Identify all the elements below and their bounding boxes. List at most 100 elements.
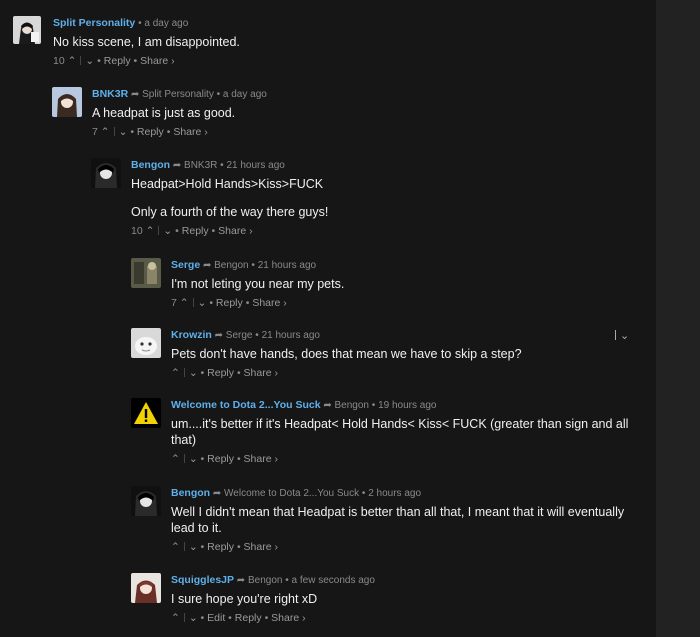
author-name[interactable]: Split Personality [53, 17, 135, 29]
timestamp[interactable]: 21 hours ago [262, 330, 320, 341]
chevron-down-icon[interactable]: ⌄ [119, 125, 128, 139]
avatar[interactable] [131, 398, 161, 428]
avatar[interactable] [131, 573, 161, 603]
parent-author[interactable]: BNK3R [184, 160, 217, 171]
chevron-up-icon[interactable]: ⌃ [146, 224, 155, 238]
parent-author[interactable]: Bengon [335, 400, 369, 411]
chevron-up-icon[interactable]: ⌃ [171, 452, 180, 466]
chevron-up-icon[interactable]: ⌃ [171, 611, 180, 625]
divider [183, 613, 185, 622]
author-name[interactable]: SquigglesJP [171, 574, 234, 586]
comment-header: BNK3R ➦ Split Personality • a day ago [92, 88, 267, 100]
comment-menu-chevron-icon[interactable]: ⌄ [615, 329, 629, 342]
comment-krowzin: Krowzin ➦ Serge • 21 hours ago Pets don'… [131, 328, 641, 384]
share-button[interactable]: Share › [244, 452, 278, 466]
share-button[interactable]: Share › [140, 54, 174, 68]
comment-text: Only a fourth of the way there guys! [131, 205, 329, 219]
author-name[interactable]: Bengon [171, 487, 210, 499]
author-name[interactable]: BNK3R [92, 88, 128, 100]
share-button[interactable]: Share › [271, 611, 305, 625]
reply-arrow-icon: ➦ [323, 400, 332, 411]
parent-author[interactable]: Bengon [214, 260, 248, 271]
divider [183, 454, 185, 463]
chevron-up-icon[interactable]: ⌃ [171, 366, 180, 380]
chevron-down-icon[interactable]: ⌄ [198, 296, 207, 310]
parent-author[interactable]: Split Personality [142, 89, 214, 100]
chevron-up-icon[interactable]: ⌃ [101, 125, 110, 139]
avatar[interactable] [131, 258, 161, 288]
chevron-up-icon[interactable]: ⌃ [180, 296, 189, 310]
reply-button[interactable]: Reply [216, 296, 243, 310]
chevron-down-icon[interactable]: ⌄ [189, 366, 198, 380]
reply-arrow-icon: ➦ [236, 575, 246, 586]
timestamp[interactable]: 2 hours ago [368, 488, 421, 499]
reply-arrow-icon: ➦ [214, 330, 224, 341]
vote-count: 10 [53, 55, 65, 67]
author-name[interactable]: Welcome to Dota 2...You Suck [171, 399, 321, 411]
comment-welcome-to-dota: Welcome to Dota 2...You Suck ➦ Bengon • … [131, 398, 641, 474]
parent-author[interactable]: Serge [226, 330, 253, 341]
divider [183, 542, 185, 551]
comment-text: I sure hope you're right xD [171, 592, 318, 606]
reply-arrow-icon: ➦ [202, 260, 212, 271]
chevron-up-icon[interactable]: ⌃ [171, 540, 180, 554]
comment-text: A headpat is just as good. [92, 106, 236, 120]
parent-author[interactable]: Bengon [248, 575, 282, 586]
reply-button[interactable]: Reply [182, 224, 209, 238]
timestamp[interactable]: a day ago [144, 18, 188, 29]
comment-body: Headpat>Hold Hands>Kiss>FUCK Only a four… [131, 176, 651, 220]
share-button[interactable]: Share › [252, 296, 286, 310]
comment-body: I sure hope you're right xD [171, 591, 641, 607]
chevron-down-icon[interactable]: ⌄ [189, 611, 198, 625]
comment-text: um....it's better if it's Headpat< Hold … [171, 417, 629, 447]
comment-actions: 10 ⌃ ⌄ • Reply • Share › [131, 224, 253, 238]
avatar[interactable] [52, 87, 82, 117]
comment-text: Well I didn't mean that Headpat is bette… [171, 505, 625, 535]
reply-button[interactable]: Reply [207, 540, 234, 554]
timestamp[interactable]: 21 hours ago [226, 160, 284, 171]
share-button[interactable]: Share › [244, 366, 278, 380]
comment-serge: Serge ➦ Bengon • 21 hours ago I'm not le… [131, 258, 641, 314]
avatar[interactable] [13, 16, 41, 44]
author-name[interactable]: Serge [171, 259, 200, 271]
reply-button[interactable]: Reply [207, 366, 234, 380]
chevron-down-icon[interactable]: ⌄ [85, 54, 94, 68]
timestamp[interactable]: 21 hours ago [258, 260, 316, 271]
avatar[interactable] [131, 486, 161, 516]
chevron-down-icon[interactable]: ⌄ [189, 452, 198, 466]
author-name[interactable]: Bengon [131, 159, 170, 171]
parent-author[interactable]: Welcome to Dota 2...You Suck [224, 488, 359, 499]
comment-body: I'm not leting you near my pets. [171, 276, 641, 292]
comment-body: A headpat is just as good. [92, 105, 612, 121]
comment-bengon-reply: Bengon ➦ Welcome to Dota 2...You Suck • … [131, 486, 641, 562]
share-button[interactable]: Share › [218, 224, 252, 238]
comment-header: Welcome to Dota 2...You Suck ➦ Bengon • … [171, 399, 437, 411]
reply-button[interactable]: Reply [104, 54, 131, 68]
comment-body: No kiss scene, I am disappointed. [53, 34, 613, 50]
divider [183, 368, 185, 377]
edit-button[interactable]: Edit [207, 611, 225, 625]
comment-squigglesjp: SquigglesJP ➦ Bengon • a few seconds ago… [131, 573, 641, 629]
reply-button[interactable]: Reply [207, 452, 234, 466]
reply-button[interactable]: Reply [137, 125, 164, 139]
share-button[interactable]: Share › [244, 540, 278, 554]
comment-header: Bengon ➦ Welcome to Dota 2...You Suck • … [171, 487, 422, 499]
share-button[interactable]: Share › [173, 125, 207, 139]
comment-text: Headpat>Hold Hands>Kiss>FUCK [131, 177, 324, 191]
comment-body: Pets don't have hands, does that mean we… [171, 346, 641, 362]
chevron-down-icon[interactable]: ⌄ [163, 224, 172, 238]
chevron-down-icon[interactable]: ⌄ [189, 540, 198, 554]
author-name[interactable]: Krowzin [171, 329, 212, 341]
comment-actions: ⌃ ⌄ • Reply • Share › [171, 452, 278, 466]
timestamp[interactable]: a few seconds ago [292, 575, 375, 586]
avatar[interactable] [91, 158, 121, 188]
comment-text: Pets don't have hands, does that mean we… [171, 347, 522, 361]
comment-actions: 7 ⌃ ⌄ • Reply • Share › [171, 296, 287, 310]
side-panel [656, 0, 700, 637]
divider [158, 226, 160, 235]
avatar[interactable] [131, 328, 161, 358]
timestamp[interactable]: a day ago [223, 89, 267, 100]
reply-button[interactable]: Reply [235, 611, 262, 625]
timestamp[interactable]: 19 hours ago [378, 400, 436, 411]
chevron-up-icon[interactable]: ⌃ [68, 54, 77, 68]
